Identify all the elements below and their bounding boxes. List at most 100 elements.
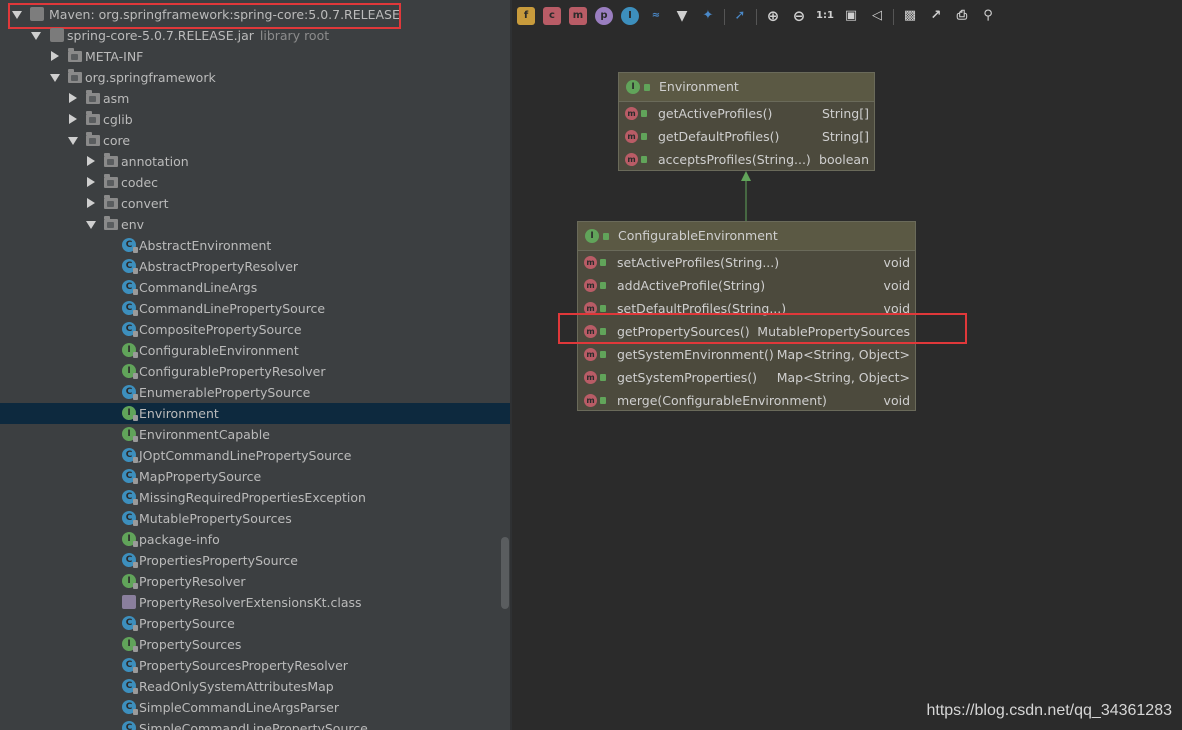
class-icon: C [122, 238, 138, 253]
expand-right-icon[interactable] [87, 177, 95, 187]
uml-class-environment[interactable]: I Environment m getActiveProfiles() String… [618, 72, 875, 171]
tree-row-class[interactable]: C JOptCommandLinePropertySource [0, 445, 510, 466]
tree-row-class[interactable]: Ipackage-info [0, 529, 510, 550]
expand-down-icon[interactable] [50, 74, 60, 82]
share-icon[interactable]: ◁ [868, 7, 886, 25]
interface-icon: I [122, 427, 138, 442]
tree-row-class[interactable]: C SimpleCommandLineArgsParser [0, 697, 510, 718]
tree-row-class[interactable]: C ReadOnlySystemAttributesMap [0, 676, 510, 697]
project-tree-panel: Maven: org.springframework:spring-core:5… [0, 0, 510, 730]
class-label: PropertySource [139, 616, 235, 631]
tree-row-class[interactable]: C CommandLineArgs [0, 277, 510, 298]
public-lock-icon [600, 282, 606, 289]
zoom-preview-icon[interactable]: ⚲ [979, 7, 997, 25]
properties-icon[interactable]: p [595, 7, 613, 25]
tree-row-class[interactable]: PropertyResolverExtensionsKt.class [0, 592, 510, 613]
public-lock-icon [600, 259, 606, 266]
tree-row-meta-inf[interactable]: META-INF [0, 46, 510, 67]
uml-method-row[interactable]: m addActiveProfile(String) void [578, 274, 915, 297]
uml-diagram-panel: f c m p I ≈ ▼ ✦ ➚ ⊕ ⊖ 1:1 ▣ ◁ ▩ ↗ ⎙ ⚲ I … [512, 0, 1182, 730]
tree-row-jar[interactable]: spring-core-5.0.7.RELEASE.jar library roo… [0, 25, 510, 46]
expand-right-icon[interactable] [69, 114, 77, 124]
tree-row-env[interactable]: env [0, 214, 510, 235]
class-label: CommandLinePropertySource [139, 301, 326, 316]
tree-row-class[interactable]: C CompositePropertySource [0, 319, 510, 340]
interface-icon: I [122, 343, 138, 358]
tree-row-class[interactable]: I ConfigurableEnvironment [0, 340, 510, 361]
filter-icon[interactable]: ▼ [673, 7, 691, 25]
tree-row-convert[interactable]: convert [0, 193, 510, 214]
expand-right-icon[interactable] [51, 51, 59, 61]
class-label: AbstractPropertyResolver [139, 259, 299, 274]
tree-row-class[interactable]: C PropertiesPropertySource [0, 550, 510, 571]
uml-method-row[interactable]: m getActiveProfiles() String[] [619, 102, 874, 125]
class-icon: C [122, 490, 138, 505]
tree-row-class[interactable]: I EnvironmentCapable [0, 424, 510, 445]
uml-method-row[interactable]: m getSystemProperties() Map<String, Object… [578, 366, 915, 389]
method-icon: m [625, 153, 638, 166]
expand-down-icon[interactable] [86, 221, 96, 229]
interface-icon: I [626, 80, 640, 94]
tree-scrollbar[interactable] [501, 537, 509, 609]
tree-row-class[interactable]: I PropertySources [0, 634, 510, 655]
uml-method-row[interactable]: m getDefaultProfiles() String[] [619, 125, 874, 148]
expand-right-icon[interactable] [87, 198, 95, 208]
method-name: getDefaultProfiles() [658, 129, 780, 144]
tree-row-asm[interactable]: asm [0, 88, 510, 109]
uml-class-title: Environment [659, 79, 739, 94]
uml-header: I ConfigurableEnvironment [578, 222, 915, 251]
export-icon[interactable]: ↗ [927, 7, 945, 25]
zoom-in-icon[interactable]: ⊕ [764, 7, 782, 25]
layout-icon[interactable]: ≈ [647, 7, 665, 25]
uml-method-row[interactable]: m merge(ConfigurableEnvironment) void [578, 389, 915, 412]
tree-row-class[interactable]: I ConfigurablePropertyResolver [0, 361, 510, 382]
tree-row-core[interactable]: core [0, 130, 510, 151]
fit-icon[interactable]: ▣ [842, 7, 860, 25]
tree-row-class[interactable]: C AbstractPropertyResolver [0, 256, 510, 277]
method-return-type: boolean [819, 152, 869, 167]
tree-row-class[interactable]: C MissingRequiredPropertiesException [0, 487, 510, 508]
tree-row-codec[interactable]: codec [0, 172, 510, 193]
methods-icon[interactable]: m [569, 7, 587, 25]
tree-row-class[interactable]: C AbstractEnvironment [0, 235, 510, 256]
tree-row-class[interactable]: C MutablePropertySources [0, 508, 510, 529]
package-icon [86, 111, 100, 125]
save-icon[interactable]: ▩ [901, 7, 919, 25]
tree-row-class[interactable]: C CommandLinePropertySource [0, 298, 510, 319]
tree-row-class[interactable]: I PropertyResolver [0, 571, 510, 592]
class-label: EnumerablePropertySource [139, 385, 311, 400]
edge-icon[interactable]: ➚ [731, 7, 749, 25]
expand-right-icon[interactable] [69, 93, 77, 103]
highlight-box-getpropertysources [558, 313, 967, 344]
tree-row-class[interactable]: C EnumerablePropertySource [0, 382, 510, 403]
class-label: JOptCommandLinePropertySource [139, 448, 352, 463]
inner-classes-icon[interactable]: I [621, 7, 639, 25]
class-label: MutablePropertySources [139, 511, 292, 526]
tree-row-class[interactable]: C MapPropertySource [0, 466, 510, 487]
zoom-out-icon[interactable]: ⊖ [790, 7, 808, 25]
tree-row-org-springframework[interactable]: org.springframework [0, 67, 510, 88]
package-label: core [103, 133, 131, 148]
class-icon: C [122, 280, 138, 295]
tree-row-cglib[interactable]: cglib [0, 109, 510, 130]
fields-icon[interactable]: f [517, 7, 535, 25]
public-lock-icon [600, 374, 606, 381]
expand-down-icon[interactable] [31, 32, 41, 40]
constructors-icon[interactable]: c [543, 7, 561, 25]
print-icon[interactable]: ⎙ [953, 7, 971, 25]
actual-size-icon[interactable]: 1:1 [816, 7, 834, 25]
tree-row-class[interactable]: I Environment [0, 403, 510, 424]
package-icon [104, 216, 118, 230]
tree-row-annotation[interactable]: annotation [0, 151, 510, 172]
uml-method-row[interactable]: m getSystemEnvironment() Map<String, Objec… [578, 343, 915, 366]
method-icon: m [584, 371, 597, 384]
expand-down-icon[interactable] [68, 137, 78, 145]
uml-method-row[interactable]: m setActiveProfiles(String...) void [578, 251, 915, 274]
tree-row-class[interactable]: C PropertySource [0, 613, 510, 634]
pin-icon[interactable]: ✦ [699, 7, 717, 25]
expand-right-icon[interactable] [87, 156, 95, 166]
tree-row-class[interactable]: C PropertySourcesPropertyResolver [0, 655, 510, 676]
uml-method-row[interactable]: m acceptsProfiles(String...) boolean [619, 148, 874, 171]
tree-row-class[interactable]: C SimpleCommandLinePropertySource [0, 718, 510, 730]
class-label: ReadOnlySystemAttributesMap [139, 679, 334, 694]
